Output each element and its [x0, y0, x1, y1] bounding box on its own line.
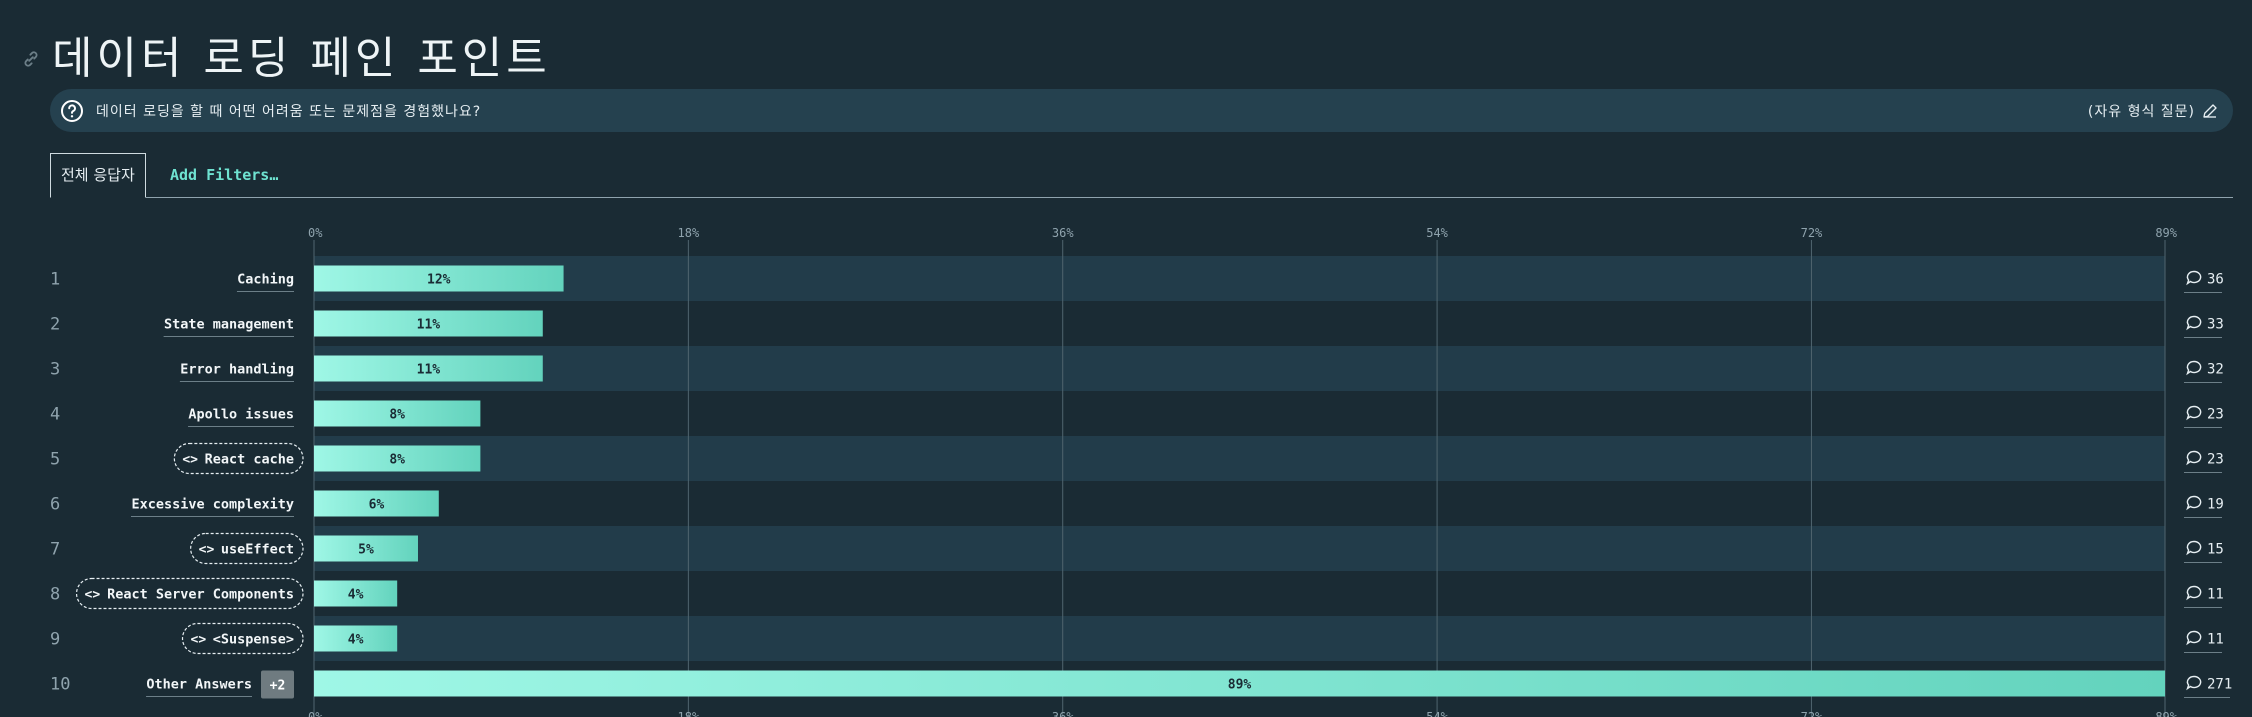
x-tick-label-bottom: 89% — [2155, 710, 2177, 717]
response-count[interactable]: 11 — [2207, 587, 2224, 603]
response-count[interactable]: 32 — [2207, 362, 2224, 378]
comment-bubble-shape — [2186, 540, 2202, 556]
row-band — [314, 346, 2165, 391]
category-label[interactable]: React cache — [205, 452, 294, 468]
response-count[interactable]: 11 — [2207, 632, 2224, 648]
comment-bubble-shape — [2186, 405, 2202, 421]
code-brackets-icon: <> — [191, 633, 207, 648]
x-tick-label-bottom: 36% — [1052, 710, 1074, 717]
bar-value-label: 4% — [348, 633, 364, 648]
bar-value-label: 11% — [417, 318, 441, 333]
rank-number: 9 — [50, 630, 60, 650]
code-brackets-icon: <> — [199, 543, 215, 558]
comment-bubble-icon[interactable] — [2186, 450, 2202, 466]
more-answers-badge-label: +2 — [270, 679, 286, 694]
row-band — [314, 616, 2165, 661]
comment-bubble-icon[interactable] — [2186, 540, 2202, 556]
x-tick-label-bottom: 18% — [678, 710, 700, 717]
x-tick-label-top: 54% — [1426, 226, 1448, 240]
x-tick-label-bottom: 0% — [308, 710, 323, 717]
rank-number: 7 — [50, 540, 60, 560]
comment-bubble-shape — [2186, 315, 2202, 331]
response-count[interactable]: 36 — [2207, 272, 2224, 288]
bar-row[interactable]: 4 Apollo issues 8% 23 — [50, 400, 2224, 428]
row-band — [314, 526, 2165, 571]
comment-bubble-icon[interactable] — [2186, 495, 2202, 511]
comment-bubble-shape — [2186, 450, 2202, 466]
comment-bubble-shape — [2186, 360, 2202, 376]
comment-bubble-icon[interactable] — [2186, 405, 2202, 421]
response-count[interactable]: 23 — [2207, 452, 2224, 468]
bar-chart: 0% 18% 36% 54% 72% 89% 0% 18% 36% 54% 72% 89% 1 Cac… — [50, 226, 2232, 717]
bar-row[interactable]: 6 Excessive complexity 6% 19 — [50, 490, 2224, 518]
rank-number: 4 — [50, 405, 60, 425]
rank-number: 10 — [50, 675, 70, 695]
bar-value-label: 5% — [358, 543, 374, 558]
rank-number: 2 — [50, 315, 60, 335]
rank-number: 3 — [50, 360, 60, 380]
x-tick-label-top: 72% — [1801, 226, 1823, 240]
comment-bubble-icon[interactable] — [2186, 585, 2202, 601]
category-label: Caching — [237, 272, 294, 288]
x-tick-label-top: 18% — [678, 226, 700, 240]
comment-bubble-shape — [2186, 630, 2202, 646]
code-brackets-icon: <> — [85, 588, 101, 603]
comment-bubble-shape — [2186, 585, 2202, 601]
row-band — [314, 436, 2165, 481]
category-label: Apollo issues — [188, 407, 294, 423]
bar-value-label: 12% — [427, 273, 451, 288]
bar-value-label: 11% — [417, 363, 441, 378]
bar-value-label: 6% — [369, 498, 385, 513]
rank-number: 6 — [50, 495, 60, 515]
x-tick-label-top: 36% — [1052, 226, 1074, 240]
comment-bubble-icon[interactable] — [2186, 360, 2202, 376]
response-count[interactable]: 23 — [2207, 407, 2224, 423]
bar-row[interactable]: 10 Other Answers +2 89% 271 — [50, 670, 2232, 699]
comment-bubble-shape — [2186, 270, 2202, 286]
category-label[interactable]: <Suspense> — [213, 632, 294, 648]
x-tick-label-bottom: 54% — [1426, 710, 1448, 717]
comment-bubble-icon[interactable] — [2186, 315, 2202, 331]
rank-number: 5 — [50, 450, 60, 470]
bar-value-label: 8% — [389, 408, 405, 423]
rank-number: 1 — [50, 270, 60, 290]
category-label: Excessive complexity — [131, 497, 294, 513]
rank-number: 8 — [50, 585, 60, 605]
x-tick-label-bottom: 72% — [1801, 710, 1823, 717]
comment-bubble-shape — [2186, 495, 2202, 511]
response-count[interactable]: 271 — [2207, 677, 2232, 693]
response-count[interactable]: 33 — [2207, 317, 2224, 333]
response-count[interactable]: 19 — [2207, 497, 2224, 513]
category-label[interactable]: React Server Components — [107, 587, 294, 603]
category-label: Error handling — [180, 362, 294, 378]
bar-value-label: 4% — [348, 588, 364, 603]
comment-bubble-icon[interactable] — [2186, 630, 2202, 646]
comment-bubble-icon[interactable] — [2186, 675, 2202, 691]
category-label[interactable]: Other Answers — [146, 677, 252, 693]
bar-row[interactable]: 8 React Server Components <> 4% 11 — [50, 577, 2224, 610]
category-label: State management — [164, 317, 294, 333]
comment-bubble-shape — [2186, 675, 2202, 691]
bar-row[interactable]: 2 State management 11% 33 — [50, 310, 2224, 338]
code-brackets-icon: <> — [182, 453, 198, 468]
x-tick-label-top: 89% — [2155, 226, 2177, 240]
x-tick-label-top: 0% — [308, 226, 323, 240]
row-band — [314, 256, 2165, 301]
bar-value-label: 89% — [1228, 678, 1252, 693]
response-count[interactable]: 15 — [2207, 542, 2224, 558]
category-label[interactable]: useEffect — [221, 542, 294, 558]
bar-value-label: 8% — [389, 453, 405, 468]
comment-bubble-icon[interactable] — [2186, 270, 2202, 286]
